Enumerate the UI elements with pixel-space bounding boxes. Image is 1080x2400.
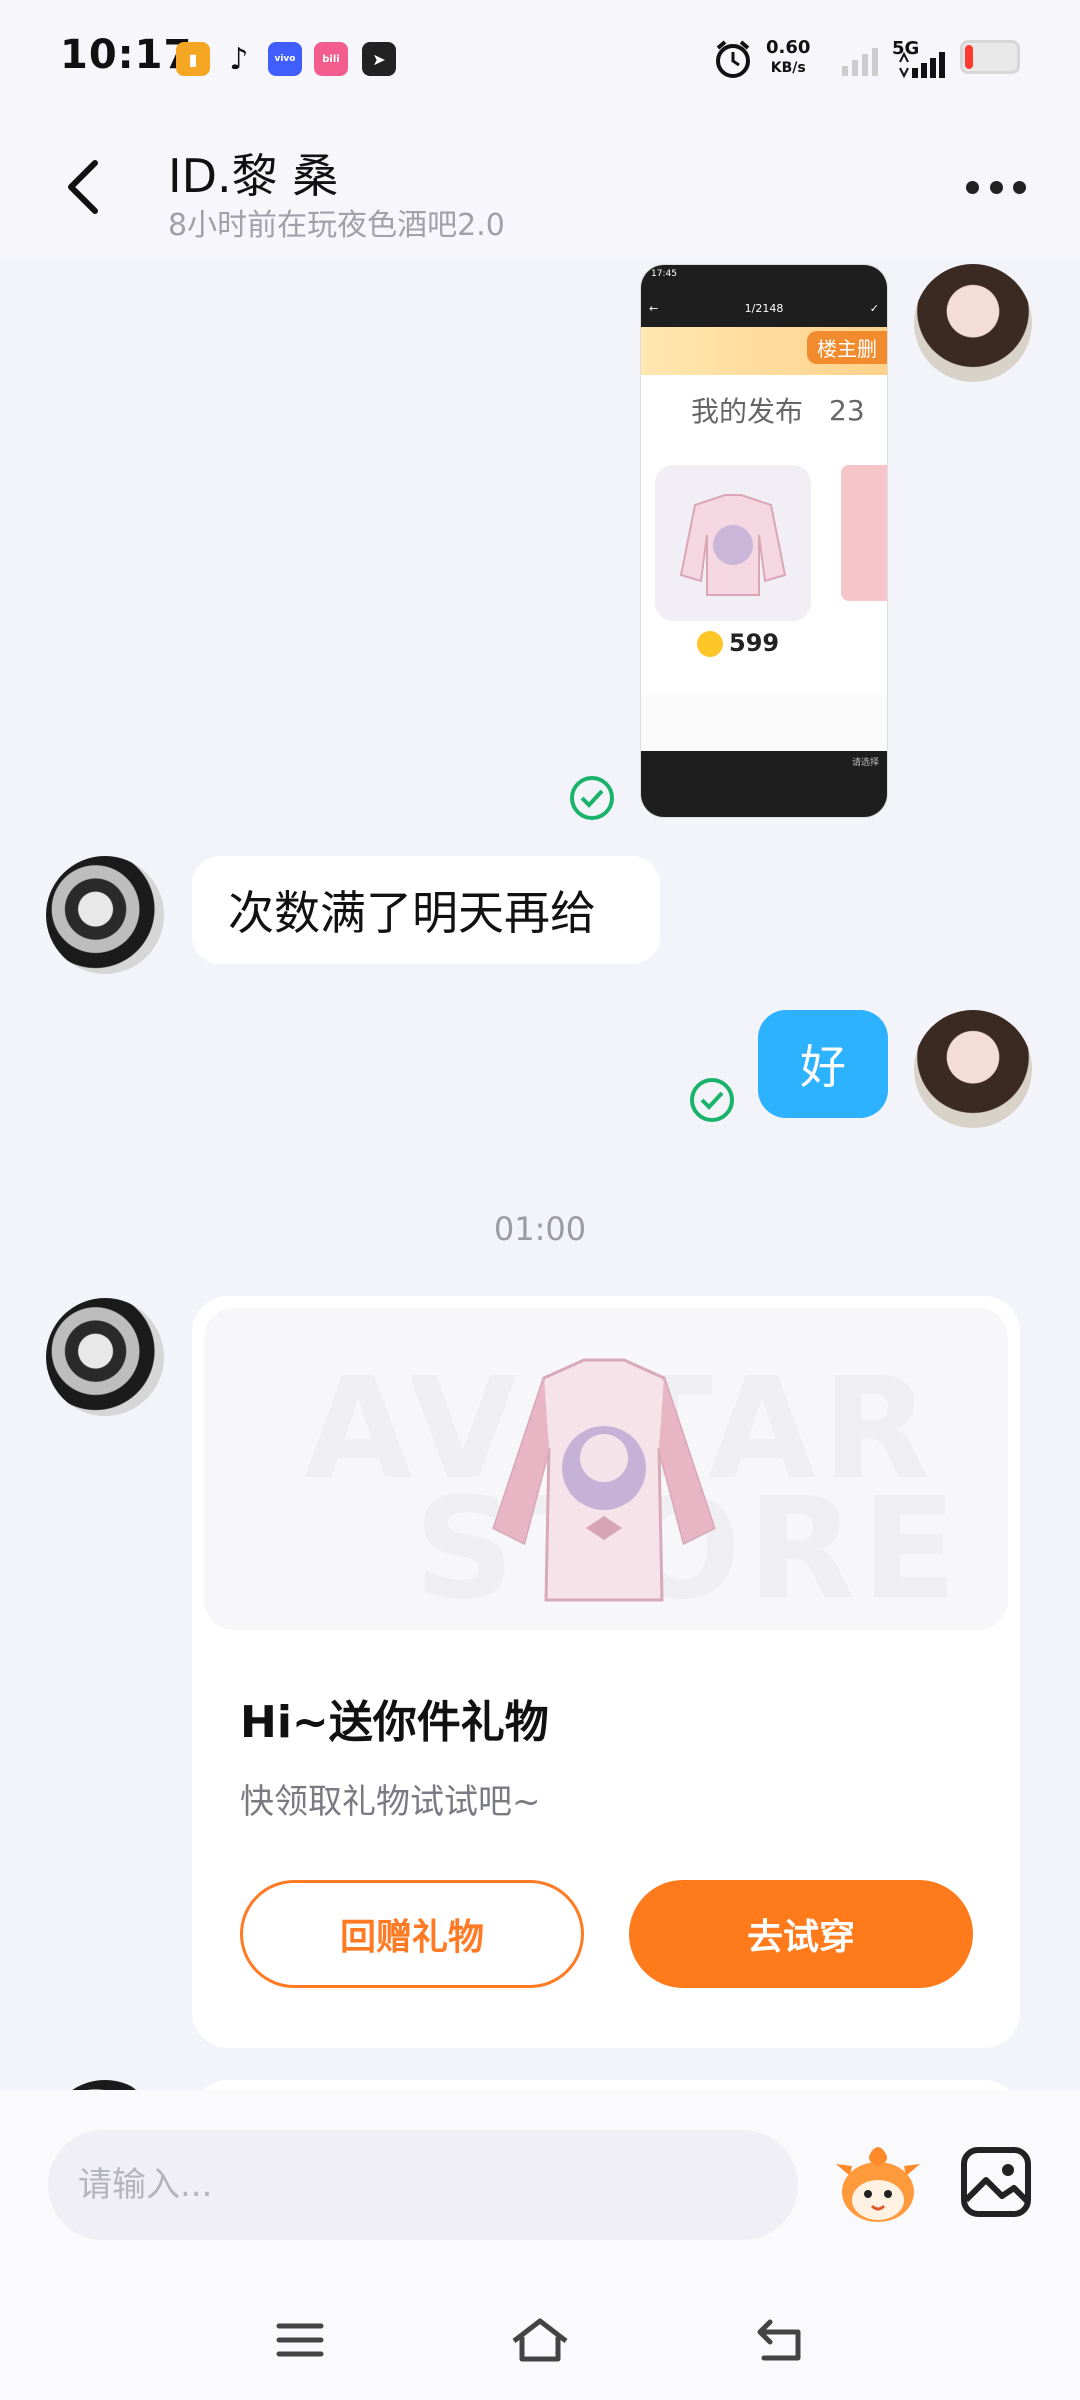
gift-subtitle: 快领取礼物试试吧~ [240,1782,541,1822]
screenshot-price: 599 [729,629,780,657]
net-speed-value: 0.60 [766,37,811,58]
net-speed-unit: KB/s [770,60,806,76]
menu-icon [276,2323,324,2357]
sim-icon: ▮ [176,42,210,76]
message-bubble-incoming[interactable]: 次数满了明天再给 [192,856,660,964]
time-divider: 01:00 [493,1210,587,1248]
back-button[interactable] [48,152,118,222]
tiktok-icon: ♪ [229,41,249,77]
home-nav-button[interactable] [500,2310,580,2370]
chevron-left-icon [68,160,98,214]
contact-avatar[interactable] [46,856,164,974]
screenshot-item-card [655,465,811,621]
mascot-sticker-icon [836,2147,920,2222]
screenshot-footer-text: 请选择 [851,758,879,768]
gift-title: Hi~送你件礼物 [240,1697,549,1748]
screenshot-statusbar: 17:45 [641,265,887,289]
back-nav-button[interactable] [740,2310,820,2370]
contact-avatar[interactable] [46,1298,164,1416]
signal-2-icon [898,51,950,82]
back-arrow-icon [757,2319,801,2361]
contact-status: 8小时前在玩夜色酒吧2.0 [168,208,505,243]
message-input[interactable] [48,2130,798,2240]
my-avatar[interactable] [914,1010,1032,1128]
sticker-button[interactable] [830,2136,926,2232]
screenshot-banner: 楼主删 [641,327,887,375]
input-bar [0,2090,1080,2280]
try-on-button[interactable]: 去试穿 [629,1880,973,1988]
screenshot-cards: 599 [641,445,887,695]
screenshot-time: 17:45 [651,269,677,279]
vivo-icon: vivo [268,42,302,76]
sweater-icon [492,1358,716,1602]
status-bar: 10:17 ▮ ♪ vivo bili ➤ 0.60 KB/s 5G [0,0,1080,118]
check-circle-icon: ✓ [869,301,879,315]
status-time: 10:17 [60,32,193,78]
contact-name: ID.黎 桑 [168,149,339,203]
more-options-button[interactable] [960,162,1032,212]
screenshot-nav: ← 1/2148 ✓ [641,289,887,327]
chat-header: ID.黎 桑 8小时前在玩夜色酒吧2.0 [0,118,1080,258]
image-button[interactable] [956,2142,1036,2222]
read-receipt-icon [570,776,614,820]
dot-icon [966,180,979,194]
screenshot-tab-label: 我的发布 [691,395,804,428]
battery-icon [960,40,1020,74]
image-icon [961,2147,1031,2217]
screenshot-tabs: 我的发布 23 [641,375,887,445]
arrow-left-icon: ← [649,301,659,315]
screenshot-tab-count: 23 [829,393,865,427]
signal-1-icon [842,46,882,80]
home-icon [512,2318,568,2362]
screenshot-banner-label: 楼主删 [807,331,887,364]
my-avatar[interactable] [914,264,1032,382]
screenshot-counter: 1/2148 [744,301,784,315]
dot-icon [989,180,1003,194]
screenshot-bottom: 请选择 [641,751,887,817]
menu-nav-button[interactable] [260,2310,340,2370]
dot-icon [1013,180,1026,194]
gift-item-image[interactable]: AVATAR STORE [204,1308,1008,1630]
screenshot-image-message[interactable]: 17:45 ← 1/2148 ✓ 楼主删 我的发布 23 599 请选择 [640,264,888,818]
coin-icon [697,631,723,657]
alarm-icon [712,38,754,84]
screenshot-item-card-2 [841,465,887,601]
gift-card[interactable]: AVATAR STORE Hi~送你件礼物 快领取礼物试试吧~ 回赠礼物 去试穿 [192,1296,1020,2048]
message-bubble-outgoing[interactable]: 好 [758,1010,888,1118]
network-speed: 0.60 KB/s [766,38,810,78]
send-icon: ➤ [362,42,396,76]
bilibili-icon: bili [314,42,348,76]
read-receipt-icon [690,1078,734,1122]
regift-button[interactable]: 回赠礼物 [240,1880,584,1988]
system-nav-bar [0,2280,1080,2400]
